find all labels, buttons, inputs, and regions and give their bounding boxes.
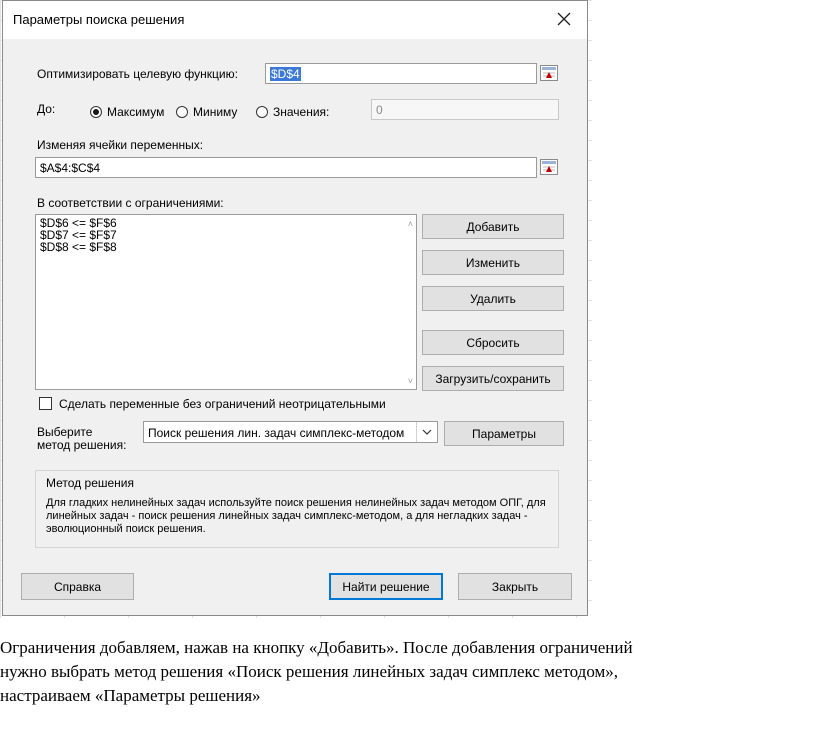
- objective-label: Оптимизировать целевую функцию:: [37, 67, 238, 81]
- constraints-items: $D$6 <= $F$6 $D$7 <= $F$7 $D$8 <= $F$8: [38, 217, 117, 253]
- nonnegative-checkbox[interactable]: [39, 397, 52, 410]
- chevron-up-icon[interactable]: ˄: [408, 219, 413, 229]
- options-button[interactable]: Параметры: [444, 421, 564, 446]
- objective-value: $D$4: [270, 67, 301, 81]
- nonnegative-label: Сделать переменные без ограничений неотр…: [59, 397, 386, 411]
- radio-min-label: Миниму: [193, 105, 238, 119]
- value-of-input[interactable]: 0: [371, 99, 559, 120]
- help-button[interactable]: Справка: [21, 573, 134, 600]
- caption-line: настраиваем «Параметры решения»: [0, 686, 261, 705]
- radio-value-circle: [256, 106, 268, 118]
- collapse-dialog-icon[interactable]: [539, 64, 559, 82]
- caption-line: нужно выбрать метод решения «Поиск решен…: [0, 662, 619, 681]
- list-item[interactable]: $D$8 <= $F$8: [38, 241, 117, 253]
- radio-value[interactable]: Значения:: [256, 105, 329, 119]
- method-select-value: Поиск решения лин. задач симплекс-методо…: [148, 426, 405, 440]
- dialog-title: Параметры поиска решения: [13, 12, 185, 27]
- changing-cells-input[interactable]: $A$4:$C$4: [35, 157, 537, 178]
- radio-min[interactable]: Миниму: [176, 105, 237, 119]
- radio-max-circle: [90, 106, 102, 118]
- delete-button[interactable]: Удалить: [422, 286, 564, 311]
- method-label-line2: метод решения:: [37, 438, 127, 452]
- constraints-list[interactable]: $D$6 <= $F$6 $D$7 <= $F$7 $D$8 <= $F$8 ˄…: [35, 214, 417, 390]
- add-button[interactable]: Добавить: [422, 214, 564, 239]
- method-select[interactable]: Поиск решения лин. задач симплекс-методо…: [143, 421, 438, 443]
- collapse-dialog-icon[interactable]: [539, 158, 559, 176]
- close-icon[interactable]: [541, 1, 587, 37]
- chevron-down-icon[interactable]: ˅: [408, 376, 413, 386]
- method-description-group: Метод решения Для гладких нелинейных зад…: [35, 470, 559, 548]
- objective-input[interactable]: $D$4: [265, 63, 537, 84]
- changing-cells-label: Изменяя ячейки переменных:: [37, 138, 204, 152]
- change-button[interactable]: Изменить: [422, 250, 564, 275]
- solve-button[interactable]: Найти решение: [329, 573, 443, 600]
- load-save-button[interactable]: Загрузить/сохранить: [422, 366, 564, 391]
- to-label: До:: [37, 102, 56, 116]
- method-box-title: Метод решения: [46, 476, 134, 490]
- title-bar: Параметры поиска решения: [3, 1, 587, 39]
- radio-min-circle: [176, 106, 188, 118]
- caption-text: Ограничения добавляем, нажав на кнопку «…: [0, 636, 812, 708]
- caption-line: Ограничения добавляем, нажав на кнопку «…: [0, 638, 633, 657]
- radio-max[interactable]: Максимум: [90, 105, 164, 119]
- method-label-line1: Выберите: [37, 425, 93, 439]
- constraints-label: В соответствии с ограничениями:: [37, 196, 224, 210]
- method-description: Для гладких нелинейных задач используйте…: [46, 497, 546, 535]
- radio-value-label: Значения:: [273, 105, 330, 119]
- solver-parameters-dialog: Параметры поиска решения Оптимизировать …: [2, 0, 588, 616]
- close-button[interactable]: Закрыть: [458, 573, 572, 600]
- reset-button[interactable]: Сбросить: [422, 330, 564, 355]
- radio-max-label: Максимум: [107, 105, 165, 119]
- dropdown-arrow-icon[interactable]: [416, 422, 437, 442]
